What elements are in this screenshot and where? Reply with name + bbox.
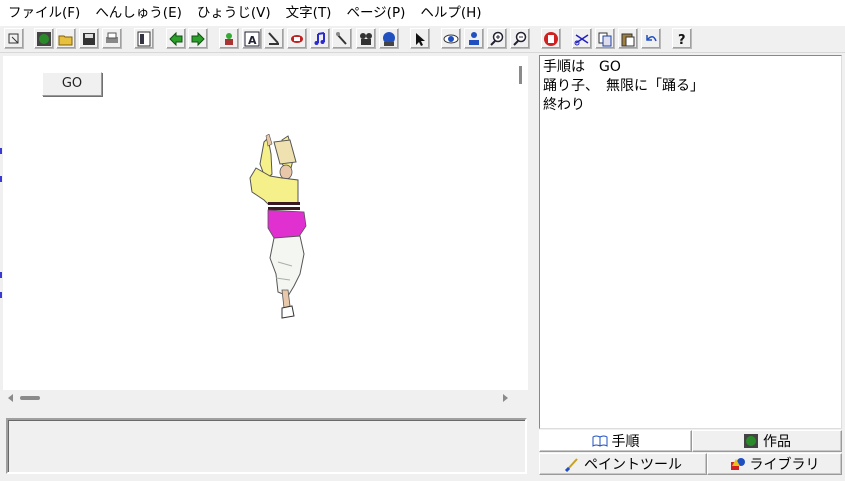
menu-view[interactable]: ひょうじ(V) <box>189 0 278 26</box>
back-arrow-icon[interactable] <box>166 28 186 49</box>
dancer-sprite[interactable] <box>242 134 308 322</box>
world-icon[interactable] <box>34 28 54 49</box>
book-icon <box>592 435 607 447</box>
help-icon[interactable]: ? <box>672 28 692 49</box>
tab-library-label: ライブラリ <box>749 457 820 473</box>
tab-procedure[interactable]: 手順 <box>539 430 692 452</box>
sound-icon[interactable] <box>332 28 352 49</box>
edge-mark <box>0 148 2 154</box>
tab-paint-tool-label: ペイントツール <box>584 457 682 473</box>
tab-works[interactable]: 作品 <box>692 430 842 452</box>
character-icon[interactable] <box>219 28 239 49</box>
script-line: 手順は GO <box>543 59 621 75</box>
stamp-icon[interactable] <box>464 28 484 49</box>
scissors-icon[interactable] <box>572 28 592 49</box>
edge-mark <box>0 292 2 298</box>
script-line: 踊り子、 無限に「踊る」 <box>543 78 704 94</box>
stage-canvas[interactable]: GO <box>3 56 514 390</box>
menu-file[interactable]: ファイル(F) <box>0 0 87 26</box>
menu-page[interactable]: ページ(P) <box>338 0 412 26</box>
message-panel <box>6 418 527 474</box>
forward-arrow-icon[interactable] <box>188 28 208 49</box>
tab-library[interactable]: ライブラリ <box>707 453 842 475</box>
copy-icon[interactable] <box>595 28 615 49</box>
zoom-in-icon[interactable] <box>487 28 507 49</box>
save-icon[interactable] <box>79 28 99 49</box>
movie-camera-icon[interactable] <box>356 28 376 49</box>
page-layout-icon[interactable] <box>134 28 154 49</box>
stage-horizontal-scrollbar[interactable] <box>3 390 528 407</box>
tab-paint-tool[interactable]: ペイントツール <box>539 453 707 475</box>
text-tool-icon[interactable]: A <box>242 28 262 49</box>
music-icon[interactable] <box>310 28 330 49</box>
menu-help[interactable]: ヘルプ(H) <box>412 0 488 26</box>
world-icon <box>744 434 758 448</box>
pointer-icon[interactable] <box>410 28 430 49</box>
rectangle-tool-icon[interactable] <box>287 28 307 49</box>
script-line: 終わり <box>543 97 585 113</box>
globe-icon[interactable] <box>379 28 399 49</box>
undo-icon[interactable] <box>641 28 661 49</box>
tab-works-label: 作品 <box>763 434 791 450</box>
stage-vertical-scrollbar[interactable] <box>514 56 528 390</box>
print-icon[interactable] <box>102 28 122 49</box>
menu-text[interactable]: 文字(T) <box>278 0 339 26</box>
scroll-left-icon[interactable] <box>8 394 13 402</box>
open-folder-icon[interactable] <box>56 28 76 49</box>
scroll-right-icon[interactable] <box>503 394 508 402</box>
paste-icon[interactable] <box>618 28 638 49</box>
tab-procedure-label: 手順 <box>611 434 640 450</box>
paint-brush-icon[interactable] <box>264 28 284 49</box>
scrollbar-thumb[interactable] <box>519 66 522 84</box>
shapes-icon <box>730 458 745 470</box>
edge-mark <box>0 272 2 278</box>
menu-edit[interactable]: へんしゅう(E) <box>87 0 189 26</box>
zoom-out-icon[interactable] <box>510 28 530 49</box>
svg-text:A: A <box>248 34 257 47</box>
paint-brush-icon <box>564 458 578 472</box>
toolbar: A ? <box>0 26 845 53</box>
eye-icon[interactable] <box>441 28 461 49</box>
script-editor[interactable]: 手順は GO 踊り子、 無限に「踊る」 終わり <box>539 55 842 429</box>
stop-hand-icon[interactable] <box>541 28 561 49</box>
go-button[interactable]: GO <box>42 72 102 96</box>
select-arrow-icon[interactable] <box>4 28 24 49</box>
scrollbar-thumb[interactable] <box>20 396 40 400</box>
edge-mark <box>0 176 2 182</box>
svg-text:?: ? <box>678 33 686 47</box>
menu-bar: ファイル(F) へんしゅう(E) ひょうじ(V) 文字(T) ページ(P) ヘル… <box>0 0 845 26</box>
